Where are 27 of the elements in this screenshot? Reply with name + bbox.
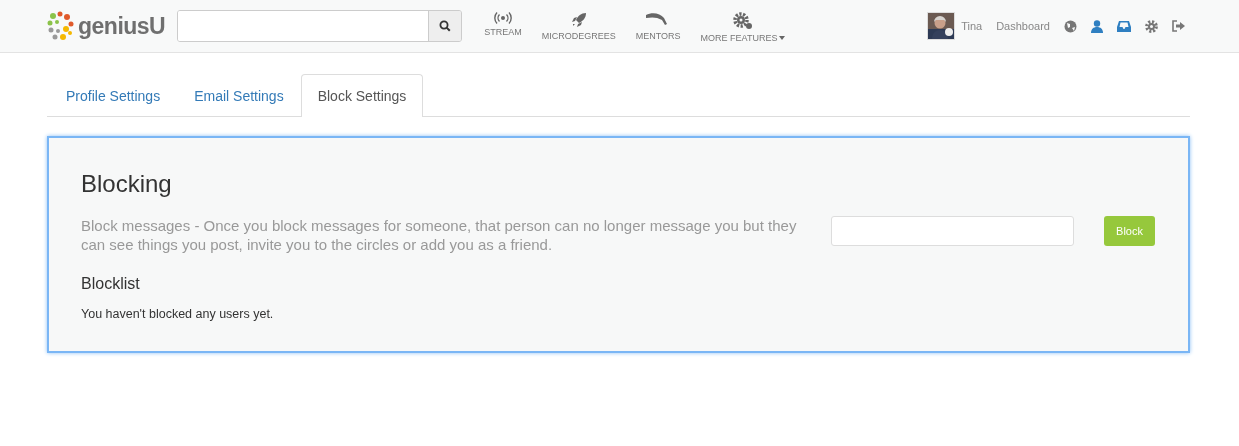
dashboard-link[interactable]: Dashboard bbox=[996, 20, 1050, 32]
empty-message: You haven't blocked any users yet. bbox=[81, 307, 275, 321]
search-icon bbox=[439, 20, 452, 32]
search-field[interactable] bbox=[177, 10, 463, 42]
settings-tab[interactable]: Email Settings bbox=[177, 74, 301, 117]
globe-icon[interactable] bbox=[1064, 19, 1077, 33]
broadcast-icon bbox=[494, 11, 512, 24]
user-icon[interactable] bbox=[1091, 19, 1103, 33]
block-user-field[interactable] bbox=[831, 216, 1074, 246]
subsection-title: Blocklist bbox=[81, 275, 141, 293]
nav-link[interactable]: MORE FEATURES bbox=[700, 9, 786, 43]
logo-text[interactable]: geniusU bbox=[78, 12, 166, 40]
search-button[interactable] bbox=[428, 11, 462, 41]
settings-tab[interactable]: Block Settings bbox=[300, 74, 424, 117]
settings-icon[interactable] bbox=[1145, 19, 1158, 33]
nav-link[interactable]: MENTORS bbox=[635, 9, 681, 43]
section-title: Blocking bbox=[81, 170, 173, 198]
nav-link[interactable]: STREAM bbox=[484, 9, 522, 43]
user-name-link[interactable]: Tina bbox=[961, 20, 983, 32]
nav-link[interactable]: MICRODEGREES bbox=[541, 9, 616, 43]
inbox-icon[interactable] bbox=[1117, 20, 1131, 32]
description-text: Block messages - Once you block messages for someone, that person can no longer message you but they can see things you post, invite you to the circles or add you as a friend. bbox=[81, 216, 798, 254]
logo-icon bbox=[47, 11, 75, 41]
gears-icon bbox=[733, 11, 754, 30]
logout-icon[interactable] bbox=[1172, 20, 1185, 32]
rocket-icon bbox=[570, 11, 587, 28]
settings-tab[interactable]: Profile Settings bbox=[49, 74, 178, 117]
